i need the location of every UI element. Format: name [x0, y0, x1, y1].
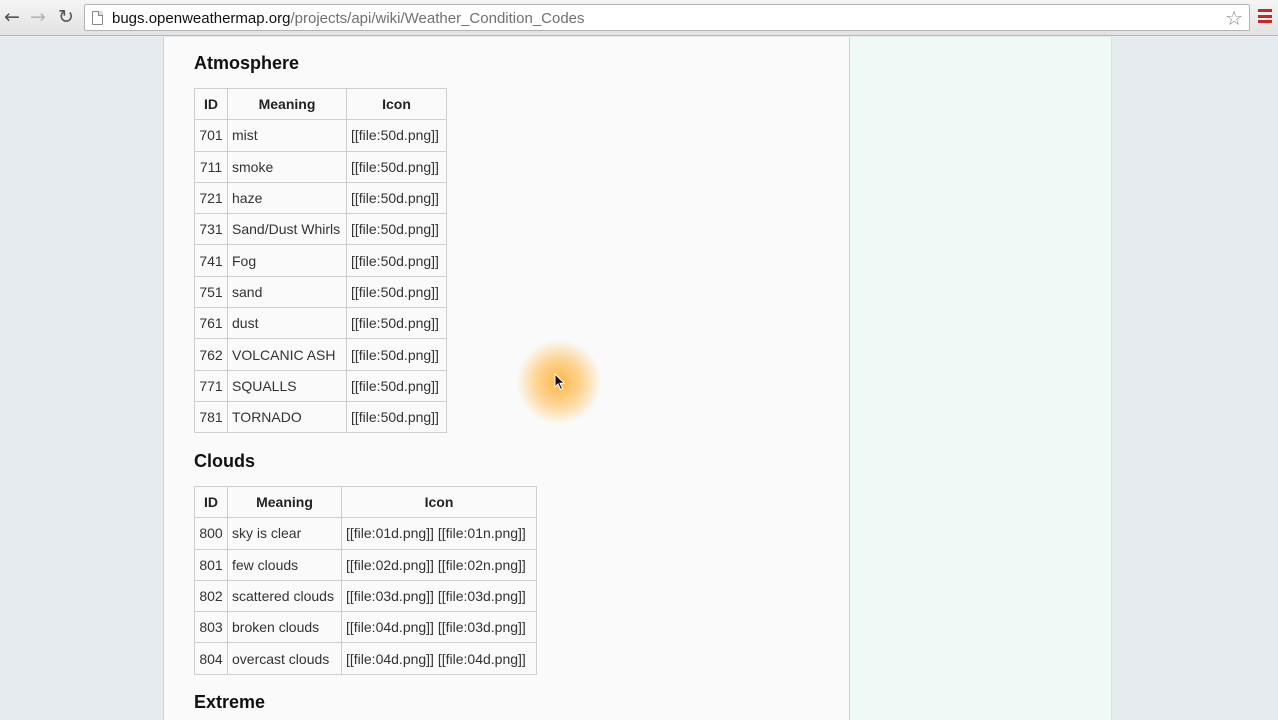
table-row: 762 VOLCANIC ASH [[file:50d.png]]: [194, 338, 447, 371]
cell-meaning: TORNADO: [227, 400, 347, 434]
cell-icon: [[file:50d.png]]: [346, 119, 447, 152]
address-bar[interactable]: bugs.openweathermap.org/projects/api/wik…: [84, 4, 1250, 31]
table-row: 711 smoke [[file:50d.png]]: [194, 150, 447, 183]
table-row: 803 broken clouds [[file:04d.png]] [[file:…: [194, 611, 537, 644]
cell-icon: [[file:50d.png]]: [346, 400, 447, 434]
cell-id: 731: [194, 213, 228, 246]
heading-atmosphere: Atmosphere: [194, 53, 300, 73]
cell-meaning: VOLCANIC ASH: [227, 338, 347, 371]
cell-id: 771: [194, 369, 228, 402]
cell-id: 804: [194, 642, 228, 675]
cell-meaning: few clouds: [227, 548, 342, 581]
cell-meaning: smoke: [227, 150, 347, 183]
heading-extreme: Extreme: [194, 692, 266, 712]
cell-icon: [[file:50d.png]]: [346, 369, 447, 402]
page-icon: [92, 11, 103, 25]
cell-meaning: sky is clear: [227, 517, 342, 550]
url-host: bugs.openweathermap.org: [112, 10, 291, 27]
cell-meaning: scattered clouds: [227, 579, 342, 613]
cell-meaning: SQUALLS: [227, 369, 347, 402]
table-row: 701 mist [[file:50d.png]]: [194, 119, 447, 152]
cell-icon: [[file:02d.png]] [[file:02n.png]]: [341, 548, 537, 581]
table-row: 771 SQUALLS [[file:50d.png]]: [194, 369, 447, 402]
table-row: 802 scattered clouds [[file:03d.png]] [[fi…: [194, 579, 537, 613]
table-header-row: ID Meaning Icon: [194, 485, 537, 519]
column-header-icon: Icon: [346, 87, 447, 121]
cell-meaning: Fog: [227, 244, 347, 277]
cell-id: 762: [194, 338, 228, 371]
column-header-icon: Icon: [341, 485, 537, 519]
cell-id: 761: [194, 307, 228, 340]
cell-id: 721: [194, 181, 228, 215]
cell-meaning: haze: [227, 181, 347, 215]
column-header-meaning: Meaning: [227, 485, 342, 519]
table-row: 781 TORNADO [[file:50d.png]]: [194, 400, 447, 434]
table-row: 801 few clouds [[file:02d.png]] [[file:02n…: [194, 548, 537, 581]
cell-icon: [[file:50d.png]]: [346, 150, 447, 183]
forward-arrow-icon[interactable]: →: [26, 5, 50, 29]
cell-id: 803: [194, 611, 228, 644]
cell-icon: [[file:50d.png]]: [346, 244, 447, 277]
cell-meaning: sand: [227, 275, 347, 309]
cell-icon: [[file:03d.png]] [[file:03d.png]]: [341, 579, 537, 613]
table-header-row: ID Meaning Icon: [194, 87, 447, 121]
url-text[interactable]: bugs.openweathermap.org/projects/api/wik…: [112, 10, 585, 27]
clouds-table: ID Meaning Icon 800 sky is clear [[file:01…: [194, 485, 537, 675]
cell-icon: [[file:01d.png]] [[file:01n.png]]: [341, 517, 537, 550]
url-path: /projects/api/wiki/Weather_Condition_Cod…: [290, 10, 585, 27]
page-margin-right: [1112, 37, 1278, 720]
wiki-sidebar: [850, 37, 1112, 720]
table-row: 761 dust [[file:50d.png]]: [194, 307, 447, 340]
cell-id: 801: [194, 548, 228, 581]
browser-menu-icon[interactable]: [1258, 9, 1272, 25]
cell-meaning: dust: [227, 307, 347, 340]
back-arrow-icon[interactable]: ←: [0, 5, 24, 29]
browser-toolbar: ← → ↻ bugs.openweathermap.org/projects/a…: [0, 0, 1278, 36]
table-row: 721 haze [[file:50d.png]]: [194, 181, 447, 215]
bookmark-star-icon[interactable]: ☆: [1225, 6, 1243, 30]
cell-meaning: broken clouds: [227, 611, 342, 644]
cell-icon: [[file:50d.png]]: [346, 338, 447, 371]
page-margin-left: [0, 37, 163, 720]
table-row: 751 sand [[file:50d.png]]: [194, 275, 447, 309]
cell-id: 711: [194, 150, 228, 183]
table-row: 741 Fog [[file:50d.png]]: [194, 244, 447, 277]
cell-meaning: Sand/Dust Whirls: [227, 213, 347, 246]
table-row: 800 sky is clear [[file:01d.png]] [[file:0…: [194, 517, 537, 550]
cell-id: 802: [194, 579, 228, 613]
cell-icon: [[file:04d.png]] [[file:03d.png]]: [341, 611, 537, 644]
column-header-id: ID: [194, 87, 228, 121]
reload-icon[interactable]: ↻: [54, 5, 78, 29]
cell-icon: [[file:50d.png]]: [346, 181, 447, 215]
cell-icon: [[file:50d.png]]: [346, 275, 447, 309]
cell-icon: [[file:50d.png]]: [346, 307, 447, 340]
column-header-id: ID: [194, 485, 228, 519]
column-header-meaning: Meaning: [227, 87, 347, 121]
cell-id: 751: [194, 275, 228, 309]
heading-clouds: Clouds: [194, 451, 255, 471]
table-row: 731 Sand/Dust Whirls [[file:50d.png]]: [194, 213, 447, 246]
atmosphere-table: ID Meaning Icon 701 mist [[file:50d.png]] 7…: [194, 87, 447, 434]
cell-id: 701: [194, 119, 228, 152]
table-row: 804 overcast clouds [[file:04d.png]] [[fil…: [194, 642, 537, 675]
cell-icon: [[file:50d.png]]: [346, 213, 447, 246]
cell-icon: [[file:04d.png]] [[file:04d.png]]: [341, 642, 537, 675]
cell-id: 741: [194, 244, 228, 277]
cell-meaning: mist: [227, 119, 347, 152]
cell-meaning: overcast clouds: [227, 642, 342, 675]
cell-id: 800: [194, 517, 228, 550]
cell-id: 781: [194, 400, 228, 434]
mouse-pointer-icon: [554, 373, 566, 391]
